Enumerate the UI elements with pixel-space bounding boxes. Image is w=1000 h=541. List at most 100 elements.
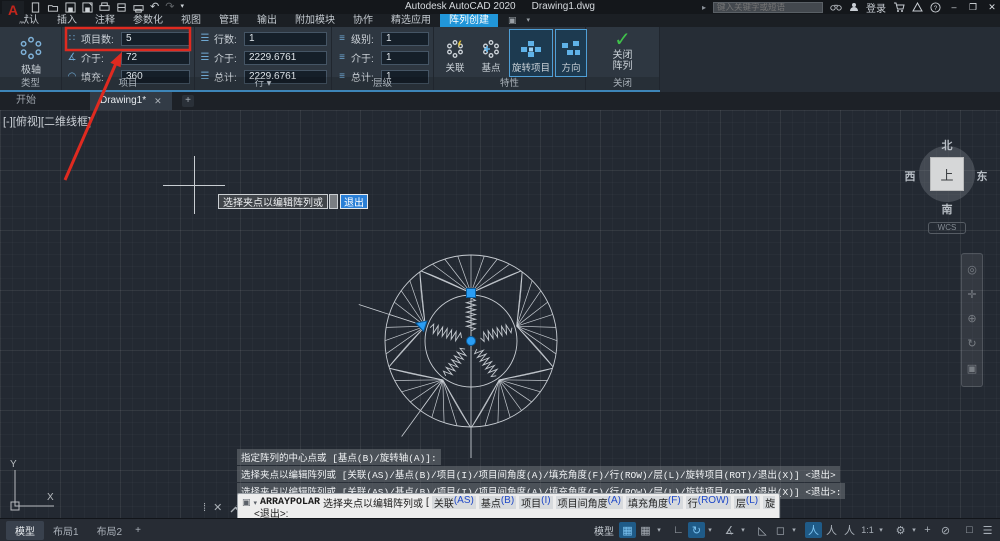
viewcube-north-label[interactable]: 北	[942, 137, 953, 153]
file-tab-close-icon[interactable]: ✕	[154, 92, 162, 110]
ribbon-display-toggle-icon[interactable]: ▣	[508, 14, 517, 27]
file-tab-start[interactable]: 开始	[6, 92, 46, 110]
ribbon-display-dropdown-icon[interactable]: ▾	[527, 14, 531, 27]
drawing-canvas[interactable]: [-][俯视][二维线框] 选择夹点以编辑阵列或 退出 上 北 南 西 东 WC…	[0, 110, 1000, 518]
annotation-autoscale-toggle-icon[interactable]: 人	[823, 522, 840, 538]
polar-dropdown-icon[interactable]: ▾	[706, 522, 714, 538]
rows-count-input[interactable]: 1	[244, 31, 327, 46]
search-caret-icon[interactable]: ▸	[702, 3, 706, 12]
isolate-objects-icon[interactable]: ⊘	[937, 522, 954, 538]
save-as-icon[interactable]	[82, 1, 93, 13]
layout2-tab[interactable]: 布局2	[88, 521, 132, 540]
command-dock-dropdown-icon[interactable]: ▾	[254, 499, 258, 507]
cart-icon[interactable]	[893, 2, 905, 12]
option-angle-between[interactable]: 项目间角度 (A)	[555, 496, 623, 509]
autodesk-app-store-icon[interactable]	[912, 2, 923, 12]
annotation-visibility-toggle-icon[interactable]: 人	[805, 522, 822, 538]
help-icon[interactable]: ?	[930, 1, 941, 13]
grid-toggle-icon[interactable]: ▦	[619, 522, 636, 538]
ortho-toggle-icon[interactable]: ∟	[670, 522, 687, 538]
rotate-items-button[interactable]: 旋转项目	[509, 29, 553, 77]
levels-between-input[interactable]: 1	[381, 50, 429, 65]
items-count-input[interactable]: 5	[121, 31, 190, 46]
option-rotate-items[interactable]: 旋转项目(ROT)	[763, 496, 775, 509]
osnap-tracking-toggle-icon[interactable]: ◺	[754, 522, 771, 538]
minimize-button[interactable]: –	[948, 2, 960, 12]
option-items[interactable]: 项目 (I)	[519, 496, 553, 509]
model-tab[interactable]: 模型	[6, 520, 44, 540]
snap-dropdown-icon[interactable]: ▾	[655, 522, 663, 538]
tooltip-exit-option[interactable]: 退出	[340, 194, 368, 209]
orbit-icon[interactable]: ↻	[967, 339, 976, 350]
tab-parametric[interactable]: 参数化	[124, 14, 172, 27]
tab-array-creation[interactable]: 阵列创建	[440, 14, 498, 27]
model-space-label[interactable]: 模型	[594, 523, 614, 538]
option-rows[interactable]: 行 (ROW)	[685, 496, 731, 509]
navigation-wheel-icon[interactable]: ◎	[967, 264, 977, 276]
plot-icon[interactable]	[99, 1, 110, 13]
qat-customize-icon[interactable]: ▾	[180, 2, 184, 12]
new-drawing-tab-button[interactable]: +	[182, 95, 194, 107]
new-layout-button[interactable]: +	[135, 525, 141, 536]
pan-icon[interactable]: ✛	[967, 289, 976, 301]
signin-label[interactable]: 登录	[866, 0, 886, 15]
layout1-tab[interactable]: 布局1	[44, 521, 88, 540]
viewcube-top-face[interactable]: 上	[930, 157, 964, 191]
polar-array-drawing[interactable]	[358, 240, 585, 475]
search-binoculars-icon[interactable]	[830, 2, 842, 12]
tab-addins[interactable]: 附加模块	[286, 14, 344, 27]
annotation-monitor-plus-icon[interactable]: +	[919, 522, 936, 538]
navbar-more-icon[interactable]: ▣	[967, 364, 977, 375]
command-line-dock[interactable]: ▣ ▾ ARRAYPOLAR 选择夹点以编辑阵列或 [ 关联 (AS) 基点 (B)…	[237, 493, 780, 518]
panel-levels-label[interactable]: 层级	[332, 77, 433, 90]
levels-count-input[interactable]: 1	[381, 31, 429, 46]
save-icon[interactable]	[65, 1, 76, 13]
file-tab-drawing1[interactable]: Drawing1* ✕	[90, 92, 172, 110]
panel-type-label[interactable]: 类型	[0, 77, 61, 90]
undo-icon[interactable]: ↶	[150, 2, 159, 13]
close-button[interactable]: ✕	[986, 2, 998, 13]
scale-dropdown-icon[interactable]: ▾	[877, 522, 885, 538]
dock-drag-handle[interactable]: ⁞	[203, 502, 206, 514]
tab-annotate[interactable]: 注释	[86, 14, 124, 27]
items-between-input[interactable]: 72	[121, 50, 190, 65]
isodraft-toggle-icon[interactable]: ∡	[721, 522, 738, 538]
option-associative[interactable]: 关联 (AS)	[431, 496, 476, 509]
zoom-icon[interactable]: ⊕	[967, 314, 976, 325]
option-base-point[interactable]: 基点 (B)	[478, 496, 517, 509]
open-file-icon[interactable]	[47, 2, 59, 13]
viewcube-east-label[interactable]: 东	[977, 168, 988, 184]
wcs-dropdown[interactable]: WCS	[928, 222, 966, 234]
redo-icon[interactable]: ↷	[165, 2, 174, 13]
dock-close-icon[interactable]: ✕	[213, 501, 222, 514]
print-icon[interactable]	[133, 2, 144, 13]
autocad-logo[interactable]: A	[2, 1, 24, 21]
workspace-dropdown-icon[interactable]: ▾	[910, 522, 918, 538]
tab-manage[interactable]: 管理	[210, 14, 248, 27]
base-point-button[interactable]: 基点	[475, 29, 507, 77]
snap-toggle-icon[interactable]: ▦	[637, 522, 654, 538]
tab-collaborate[interactable]: 协作	[344, 14, 382, 27]
polar-tracking-toggle-icon[interactable]: ↻	[688, 522, 705, 538]
clean-screen-icon[interactable]: □	[961, 522, 978, 538]
publish-icon[interactable]	[116, 2, 127, 13]
tab-output[interactable]: 输出	[248, 14, 286, 27]
signin-person-icon[interactable]	[849, 2, 859, 12]
panel-rows-label[interactable]: 行 ▾	[195, 77, 331, 90]
annotation-scale-icon[interactable]: 人	[841, 522, 858, 538]
close-array-button[interactable]: ✓ 关闭阵列	[612, 30, 634, 72]
restore-button[interactable]: ❐	[967, 2, 979, 13]
tab-view[interactable]: 视图	[172, 14, 210, 27]
direction-button[interactable]: 方向	[555, 29, 587, 77]
panel-items-label[interactable]: 项目	[62, 77, 194, 90]
viewcube-west-label[interactable]: 西	[905, 168, 916, 184]
tab-featured-apps[interactable]: 精选应用	[382, 14, 440, 27]
associative-button[interactable]: 关联	[437, 29, 473, 77]
option-levels[interactable]: 层 (L)	[733, 496, 761, 509]
annotation-scale-value[interactable]: 1:1	[859, 522, 876, 538]
command-default-prompt[interactable]: <退出>:	[242, 509, 775, 518]
tab-insert[interactable]: 插入	[48, 14, 86, 27]
panel-properties-label[interactable]: 特性	[434, 77, 585, 90]
rows-between-input[interactable]: 2229.6761	[244, 50, 327, 65]
osnap-dropdown-icon[interactable]: ▾	[790, 522, 798, 538]
